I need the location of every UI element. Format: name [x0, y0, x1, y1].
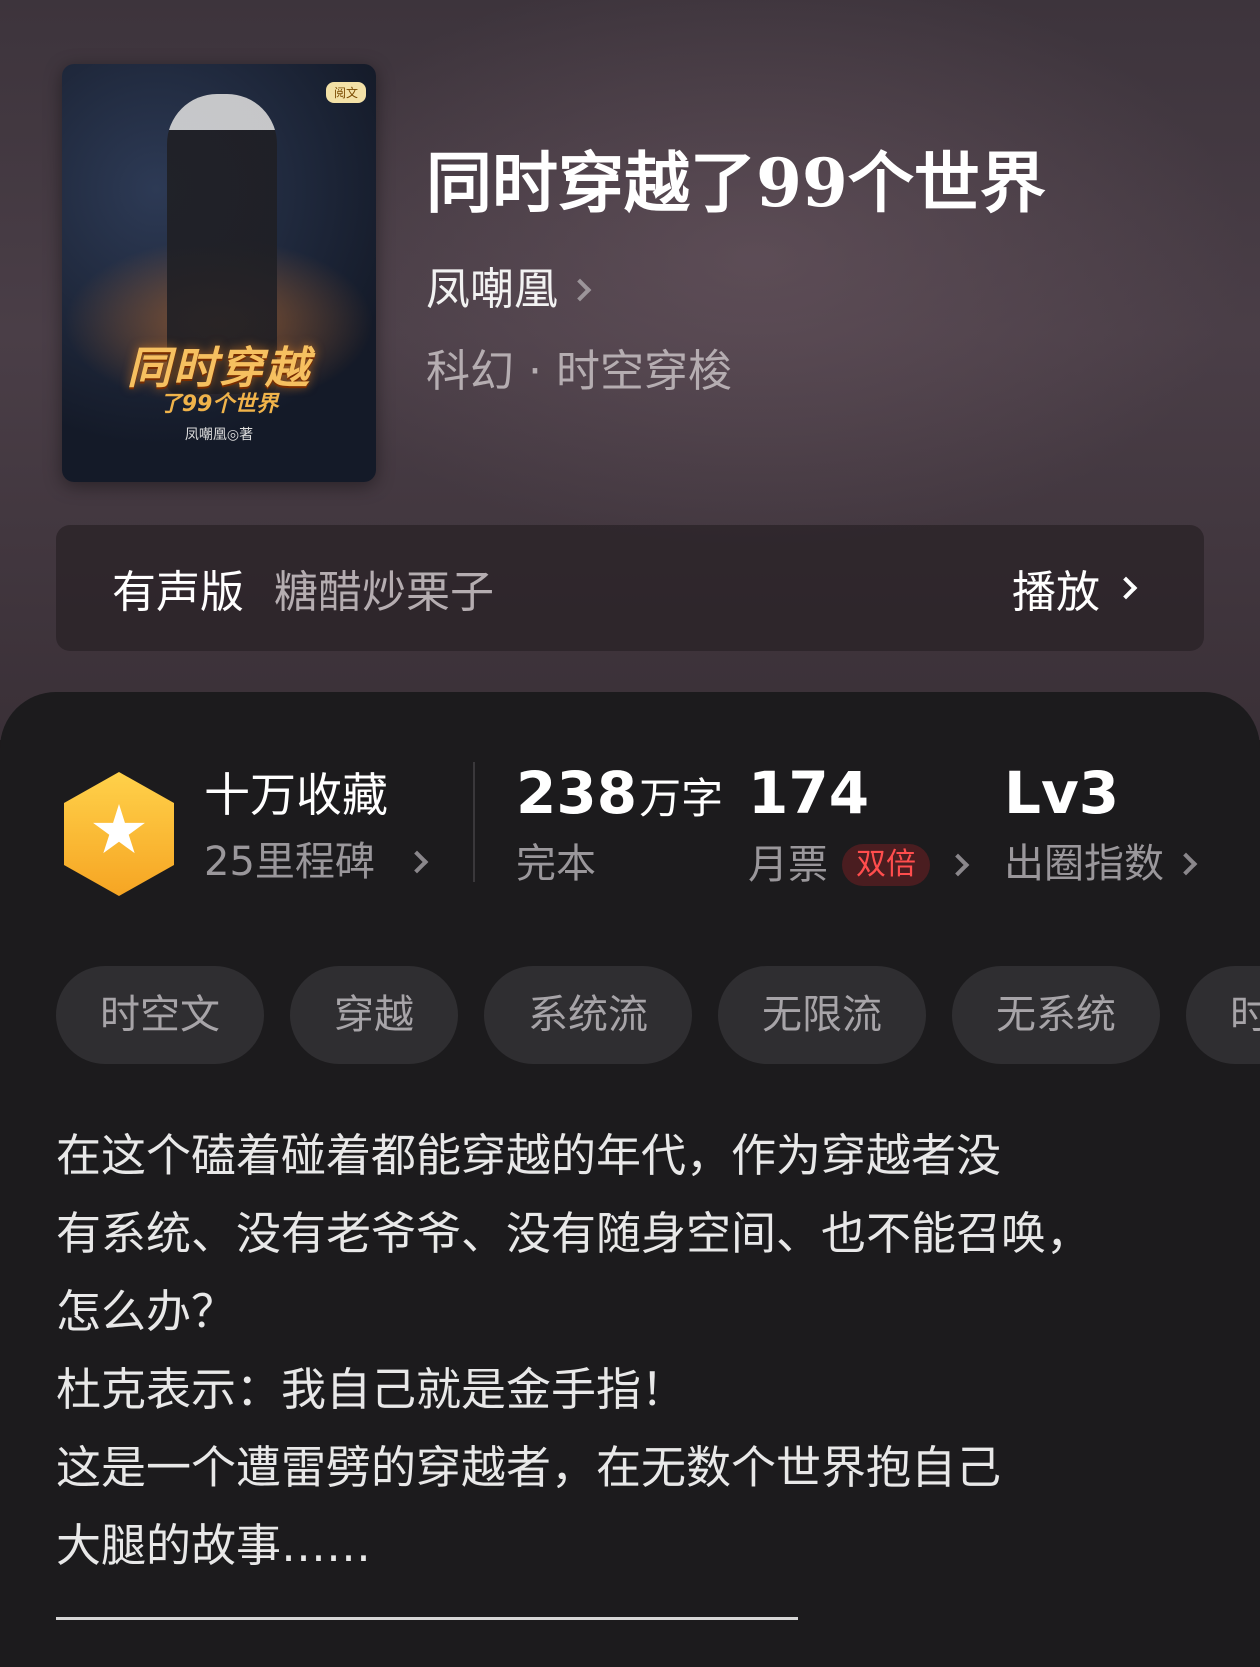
- monthly-votes-value: 174: [748, 759, 870, 827]
- double-badge: 双倍: [842, 844, 930, 886]
- stats-divider: [473, 762, 475, 882]
- book-title: 同时穿越了99个世界: [426, 144, 1046, 222]
- influence-label: 出圈指数: [1004, 841, 1164, 887]
- influence-link[interactable]: 出圈指数: [1004, 841, 1198, 887]
- chevron-right-icon: [1114, 576, 1138, 600]
- tag-chip[interactable]: 无限流: [718, 966, 926, 1064]
- tag-chip[interactable]: 系统流: [484, 966, 692, 1064]
- milestones-link[interactable]: 25里程碑: [204, 839, 429, 885]
- play-label: 播放: [1012, 567, 1100, 618]
- book-header: 阅文 同时穿越 了99个世界 凤嘲凰◎著 同时穿越了99个世界 凤嘲凰 科幻 ·…: [0, 0, 1260, 740]
- chevron-right-icon: [1174, 852, 1198, 876]
- word-count-unit: 万字: [639, 774, 724, 823]
- book-cover[interactable]: 阅文 同时穿越 了99个世界 凤嘲凰◎著: [62, 64, 376, 482]
- tag-list: 时空文 穿越 系统流 无限流 无系统时: [56, 966, 1260, 1064]
- monthly-votes-link[interactable]: 月票 双倍: [748, 842, 970, 888]
- description-divider: [56, 1617, 798, 1620]
- word-count: 238万字: [516, 764, 723, 822]
- author-name: 凤嘲凰: [426, 264, 558, 315]
- publisher-badge: 阅文: [325, 82, 366, 103]
- book-description[interactable]: 在这个磕着碰着都能穿越的年代，作为穿越者没 有系统、没有老爷爷、没有随身空间、也…: [56, 1117, 1216, 1585]
- chevron-right-icon: [405, 850, 429, 874]
- author-link[interactable]: 凤嘲凰: [426, 264, 592, 315]
- chevron-right-icon: [946, 853, 970, 877]
- play-button[interactable]: 播放: [1012, 556, 1138, 620]
- book-info-panel: 十万收藏 25里程碑 238万字 完本 174 月票 双倍 Lv3 出圈指数 时…: [0, 692, 1260, 1667]
- monthly-votes-label: 月票: [748, 842, 828, 888]
- star-icon: [93, 804, 145, 854]
- tag-chip[interactable]: 穿越: [290, 966, 458, 1064]
- cover-author-art: 凤嘲凰◎著: [184, 427, 254, 443]
- tag-chip[interactable]: 时: [1186, 966, 1260, 1064]
- tag-chip[interactable]: 时空文: [56, 966, 264, 1064]
- milestones-label: 25里程碑: [204, 839, 375, 885]
- audio-narrator: 糖醋炒栗子: [274, 567, 494, 618]
- influence-value: Lv3: [1004, 759, 1120, 827]
- tag-chip[interactable]: 无系统: [952, 966, 1160, 1064]
- cover-subtitle-art: 了99个世界: [159, 392, 279, 417]
- favorites-badge-icon: [64, 772, 174, 896]
- chevron-right-icon: [568, 278, 592, 302]
- audio-version-bar[interactable]: 有声版 糖醋炒栗子 播放: [56, 525, 1204, 651]
- favorites-title: 十万收藏: [204, 768, 388, 822]
- stats-row: 十万收藏 25里程碑 238万字 完本 174 月票 双倍 Lv3 出圈指数: [0, 692, 1260, 896]
- book-genre: 科幻 · 时空穿梭: [426, 346, 732, 397]
- audio-label: 有声版: [112, 567, 244, 618]
- word-count-value: 238: [516, 759, 638, 827]
- book-status: 完本: [516, 841, 596, 887]
